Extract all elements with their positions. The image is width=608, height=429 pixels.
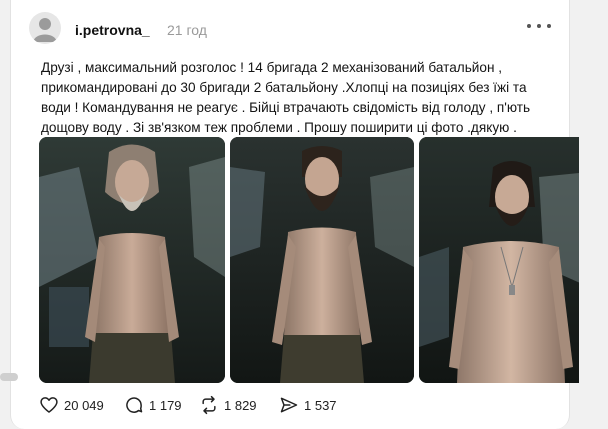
post-text: Друзі , максимальний розголос ! 14 брига… bbox=[41, 58, 561, 138]
share-count: 1 537 bbox=[304, 397, 337, 413]
share-icon bbox=[280, 397, 298, 413]
comment-icon bbox=[126, 397, 143, 413]
scroll-handle[interactable] bbox=[0, 373, 18, 381]
post-photo-3[interactable] bbox=[419, 137, 579, 383]
post-timestamp: 21 год bbox=[167, 22, 207, 38]
heart-icon bbox=[40, 397, 58, 413]
like-button[interactable]: 20 049 bbox=[39, 394, 104, 416]
post-header: i.petrovna_ 21 год bbox=[29, 10, 551, 46]
reply-button[interactable]: 1 179 bbox=[124, 394, 182, 416]
post-text-line: прикомандировані до 30 бригади 2 батальй… bbox=[41, 80, 527, 95]
post-text-line: дощову воду . Зі зв'язком теж проблеми .… bbox=[41, 120, 517, 135]
repost-button[interactable]: 1 829 bbox=[199, 394, 257, 416]
post-photo-1[interactable] bbox=[39, 137, 225, 383]
post-photo-2[interactable] bbox=[230, 137, 414, 383]
reply-count: 1 179 bbox=[149, 397, 182, 413]
share-button[interactable]: 1 537 bbox=[279, 394, 337, 416]
repost-count: 1 829 bbox=[224, 397, 257, 413]
username[interactable]: i.petrovna_ bbox=[75, 22, 150, 38]
post-text-line: води ! Командування не реагує . Бійці вт… bbox=[41, 100, 531, 115]
repost-icon bbox=[202, 395, 216, 415]
post-actions: 20 049 1 179 1 829 1 537 bbox=[39, 394, 559, 416]
photo-carousel[interactable] bbox=[39, 137, 579, 383]
avatar-icon[interactable] bbox=[29, 12, 61, 44]
post-text-line: Друзі , максимальний розголос ! 14 брига… bbox=[41, 60, 503, 75]
more-options-icon[interactable] bbox=[527, 18, 551, 34]
post-card: i.petrovna_ 21 год Друзі , максимальний … bbox=[10, 0, 579, 429]
like-count: 20 049 bbox=[64, 397, 104, 413]
